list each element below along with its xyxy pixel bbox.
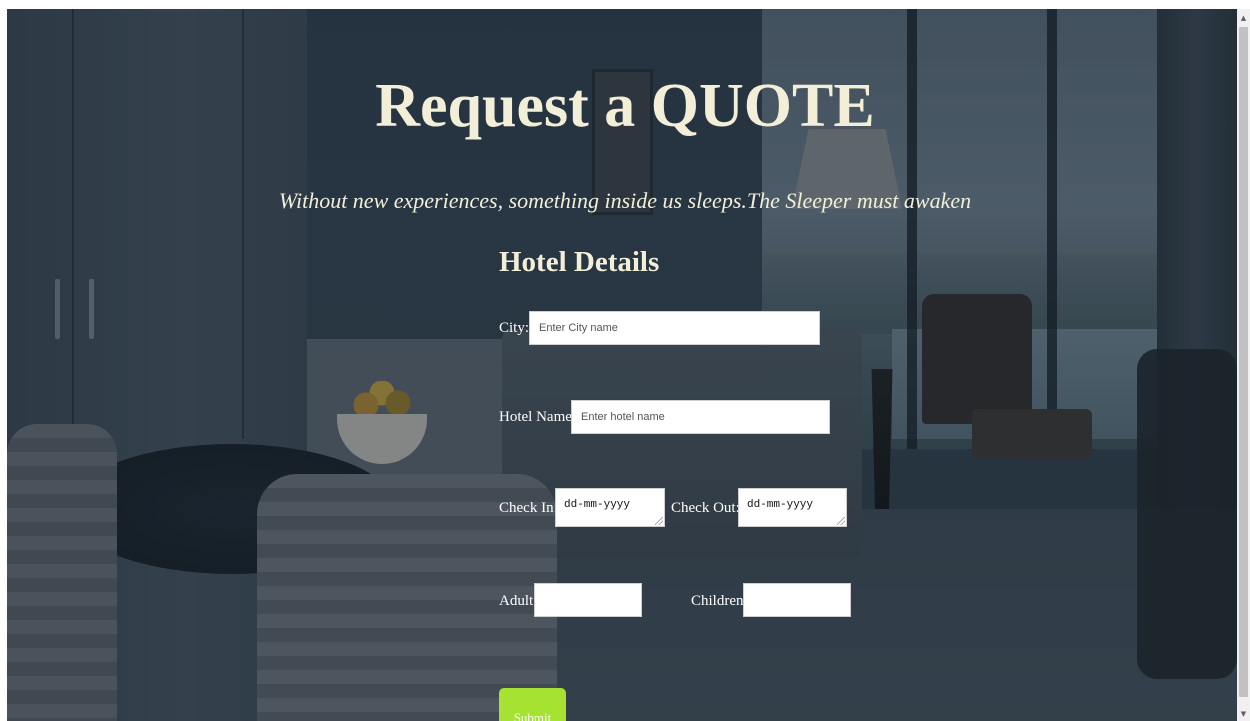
scrollbar-thumb[interactable] <box>1239 27 1248 697</box>
section-title-hotel-details: Hotel Details <box>499 246 660 278</box>
check-out-label: Check Out: <box>671 500 740 516</box>
check-out-input[interactable]: dd-mm-yyyy <box>738 488 847 527</box>
children-input[interactable] <box>743 583 851 617</box>
page-tagline: Without new experiences, something insid… <box>278 188 972 213</box>
submit-button[interactable]: Submit <box>499 688 566 721</box>
scroll-down-icon[interactable]: ▼ <box>1237 708 1250 721</box>
hotel-name-label: Hotel Name: <box>499 409 577 425</box>
page-scrollbar[interactable]: ▲ ▼ <box>1237 9 1250 721</box>
city-label: City: <box>499 320 530 336</box>
check-in-input[interactable]: dd-mm-yyyy <box>555 488 665 527</box>
resize-grip-icon[interactable] <box>655 517 663 525</box>
adult-input[interactable] <box>534 583 642 617</box>
adult-label: Adult: <box>499 593 538 609</box>
page-title: Request a QUOTE <box>375 72 875 140</box>
check-in-label: Check In: <box>499 500 558 516</box>
check-in-value: dd-mm-yyyy <box>564 499 631 511</box>
children-label: Children: <box>691 593 748 609</box>
resize-grip-icon[interactable] <box>837 517 845 525</box>
check-out-value: dd-mm-yyyy <box>747 499 814 511</box>
city-input[interactable] <box>529 311 820 345</box>
hotel-name-input[interactable] <box>571 400 830 434</box>
browser-top-edge <box>0 0 1250 9</box>
scroll-up-icon[interactable]: ▲ <box>1237 12 1250 25</box>
